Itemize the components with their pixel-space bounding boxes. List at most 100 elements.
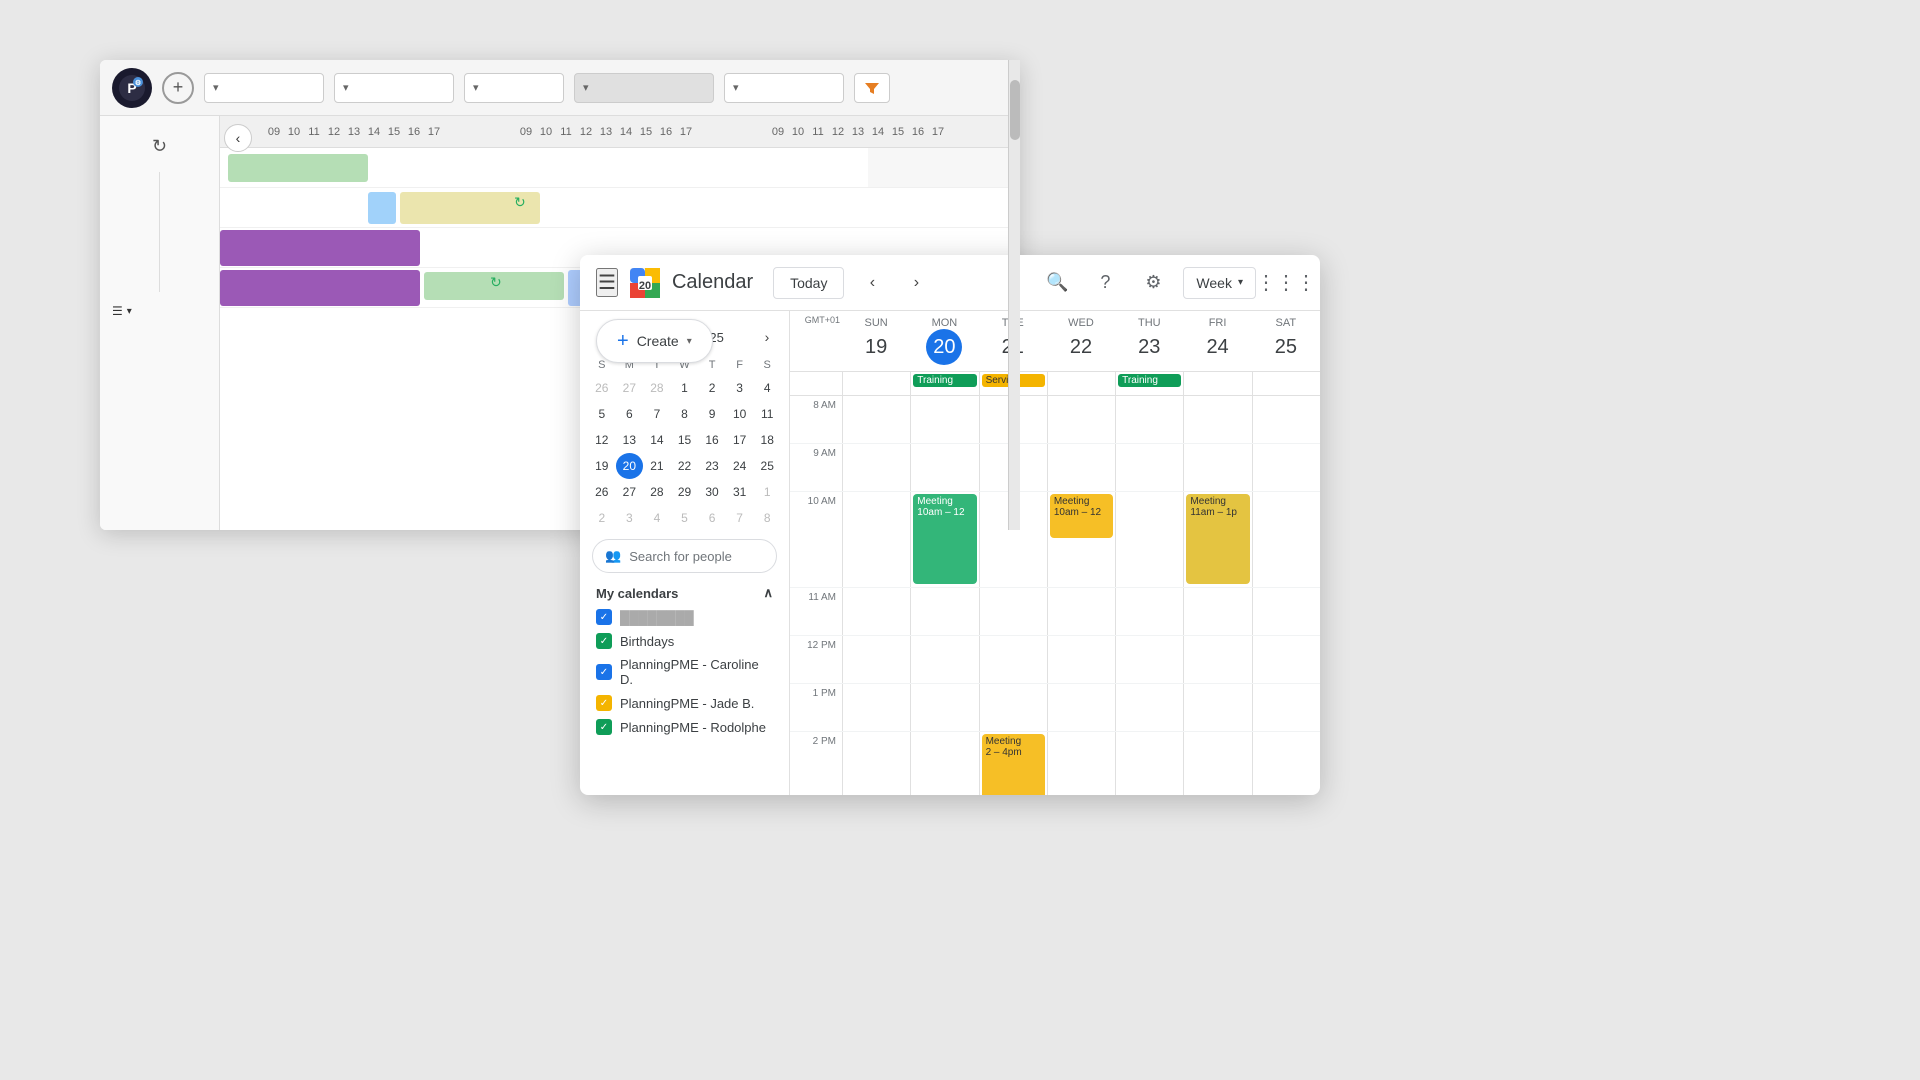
gcal-create-button[interactable]: + Create ▾ xyxy=(596,319,713,363)
gcal-search-button[interactable]: 🔍 xyxy=(1039,265,1075,301)
mini-day-6[interactable]: 6 xyxy=(698,505,726,531)
mini-day-25[interactable]: 25 xyxy=(753,453,781,479)
gcal-mini-next[interactable]: › xyxy=(753,323,781,351)
time-cell-thu-11am[interactable] xyxy=(1115,588,1183,635)
time-cell-thu-10am[interactable] xyxy=(1115,492,1183,587)
time-cell-tue-1pm[interactable] xyxy=(979,684,1047,731)
mini-day-24[interactable]: 24 xyxy=(726,453,754,479)
gcal-my-calendars-header[interactable]: My calendars ∧ xyxy=(588,581,781,605)
mini-day-10[interactable]: 10 xyxy=(726,401,754,427)
time-cell-thu-1pm[interactable] xyxy=(1115,684,1183,731)
refresh-button[interactable]: ↻ xyxy=(142,128,178,164)
event-meeting-fri[interactable]: Meeting11am – 1p xyxy=(1186,494,1249,584)
sort-button[interactable]: ☰▾ xyxy=(104,300,215,322)
time-cell-sun-2pm[interactable] xyxy=(842,732,910,795)
mini-day-16[interactable]: 16 xyxy=(698,427,726,453)
mini-day-7[interactable]: 7 xyxy=(643,401,671,427)
time-cell-sun-10am[interactable] xyxy=(842,492,910,587)
filter-button[interactable] xyxy=(854,73,890,103)
gcal-today-button[interactable]: Today xyxy=(773,267,844,299)
mini-day-29[interactable]: 29 xyxy=(671,479,699,505)
nav-back-arrow[interactable]: ‹ xyxy=(224,124,252,152)
calendar-item-caroline[interactable]: ✓ PlanningPME - Caroline D. xyxy=(588,653,781,691)
time-cell-tue-11am[interactable] xyxy=(979,588,1047,635)
purple-event-block-1[interactable] xyxy=(220,230,420,266)
mini-day-30[interactable]: 30 xyxy=(698,479,726,505)
time-cell-sat-1pm[interactable] xyxy=(1252,684,1320,731)
mini-day-2[interactable]: 2 xyxy=(698,375,726,401)
time-cell-sat-9am[interactable] xyxy=(1252,444,1320,491)
time-cell-mon-2pm[interactable] xyxy=(910,732,978,795)
time-cell-wed-2pm[interactable] xyxy=(1047,732,1115,795)
time-cell-fri-1pm[interactable] xyxy=(1183,684,1251,731)
time-cell-wed-1pm[interactable] xyxy=(1047,684,1115,731)
mini-day-13[interactable]: 13 xyxy=(616,427,644,453)
time-cell-thu-9am[interactable] xyxy=(1115,444,1183,491)
time-cell-sat-8am[interactable] xyxy=(1252,396,1320,443)
mini-day-20[interactable]: 20 xyxy=(616,453,644,479)
dropdown-2[interactable] xyxy=(334,73,454,103)
time-cell-thu-2pm[interactable] xyxy=(1115,732,1183,795)
time-cell-fri-8am[interactable] xyxy=(1183,396,1251,443)
mini-day-3[interactable]: 3 xyxy=(726,375,754,401)
mini-day-4[interactable]: 4 xyxy=(753,375,781,401)
mini-day-21[interactable]: 21 xyxy=(643,453,671,479)
mini-day-1[interactable]: 1 xyxy=(671,375,699,401)
mini-day-14[interactable]: 14 xyxy=(643,427,671,453)
add-button[interactable]: + xyxy=(162,72,194,104)
event-meeting-mon[interactable]: Meeting10am – 12 xyxy=(913,494,976,584)
mini-day-27[interactable]: 27 xyxy=(616,375,644,401)
gcal-search-people[interactable]: 👥 Search for people xyxy=(592,539,777,573)
mini-day-5[interactable]: 5 xyxy=(588,401,616,427)
time-cell-sat-12pm[interactable] xyxy=(1252,636,1320,683)
time-cell-wed-8am[interactable] xyxy=(1047,396,1115,443)
mini-day-4[interactable]: 4 xyxy=(643,505,671,531)
planning-scrollbar[interactable] xyxy=(1008,60,1020,530)
dropdown-3[interactable] xyxy=(464,73,564,103)
all-day-event-training-mon[interactable]: Training xyxy=(913,374,976,387)
mini-day-19[interactable]: 19 xyxy=(588,453,616,479)
green-event-block[interactable] xyxy=(228,154,368,182)
time-cell-wed-10am[interactable]: Meeting10am – 12 xyxy=(1047,492,1115,587)
time-cell-wed-11am[interactable] xyxy=(1047,588,1115,635)
calendar-item-birthdays[interactable]: ✓ Birthdays xyxy=(588,629,781,653)
mini-day-31[interactable]: 31 xyxy=(726,479,754,505)
time-cell-tue-12pm[interactable] xyxy=(979,636,1047,683)
mini-day-15[interactable]: 15 xyxy=(671,427,699,453)
time-cell-fri-11am[interactable] xyxy=(1183,588,1251,635)
mini-day-17[interactable]: 17 xyxy=(726,427,754,453)
time-cell-wed-12pm[interactable] xyxy=(1047,636,1115,683)
mini-day-18[interactable]: 18 xyxy=(753,427,781,453)
mini-day-11[interactable]: 11 xyxy=(753,401,781,427)
mini-day-1[interactable]: 1 xyxy=(753,479,781,505)
time-cell-mon-8am[interactable] xyxy=(910,396,978,443)
time-cell-fri-10am[interactable]: Meeting11am – 1p xyxy=(1183,492,1251,587)
mini-day-28[interactable]: 28 xyxy=(643,375,671,401)
time-cell-sun-11am[interactable] xyxy=(842,588,910,635)
gcal-prev-button[interactable]: ‹ xyxy=(856,267,888,299)
calendar-item-personal[interactable]: ✓ ████████ xyxy=(588,605,781,629)
dropdown-5[interactable] xyxy=(724,73,844,103)
time-cell-sat-10am[interactable] xyxy=(1252,492,1320,587)
gcal-help-button[interactable]: ? xyxy=(1087,265,1123,301)
event-meeting-wed[interactable]: Meeting10am – 12 xyxy=(1050,494,1113,538)
mini-day-3[interactable]: 3 xyxy=(616,505,644,531)
dropdown-active[interactable] xyxy=(574,73,714,103)
all-day-event-training-thu[interactable]: Training xyxy=(1118,374,1181,387)
mini-day-28[interactable]: 28 xyxy=(643,479,671,505)
mini-day-23[interactable]: 23 xyxy=(698,453,726,479)
time-cell-wed-9am[interactable] xyxy=(1047,444,1115,491)
mini-day-27[interactable]: 27 xyxy=(616,479,644,505)
gcal-week-dropdown[interactable]: Week xyxy=(1183,267,1256,299)
time-cell-fri-2pm[interactable] xyxy=(1183,732,1251,795)
mini-day-26[interactable]: 26 xyxy=(588,479,616,505)
gcal-settings-button[interactable]: ⚙ xyxy=(1135,265,1171,301)
blue-event-block[interactable] xyxy=(368,192,396,224)
time-cell-sun-12pm[interactable] xyxy=(842,636,910,683)
time-cell-mon-9am[interactable] xyxy=(910,444,978,491)
dropdown-1[interactable] xyxy=(204,73,324,103)
mini-day-8[interactable]: 8 xyxy=(671,401,699,427)
time-cell-fri-12pm[interactable] xyxy=(1183,636,1251,683)
event-meeting-tue-2pm[interactable]: Meeting2 – 4pm xyxy=(982,734,1045,795)
time-cell-mon-12pm[interactable] xyxy=(910,636,978,683)
